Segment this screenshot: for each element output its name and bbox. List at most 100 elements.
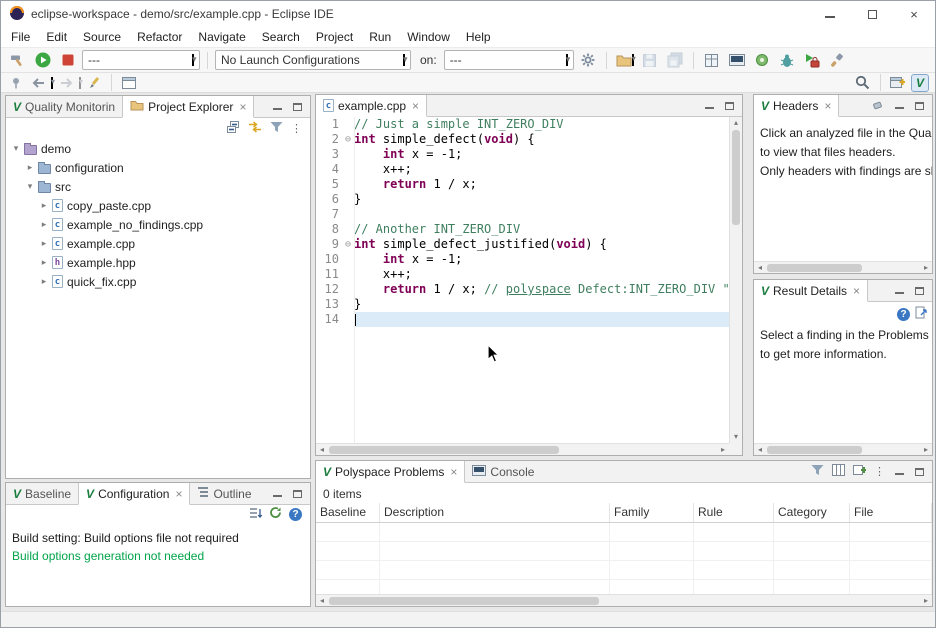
scroll-right-icon[interactable]: ▸ [920,595,932,607]
generate-options-icon[interactable] [269,506,282,522]
fold-minus-icon[interactable]: ⊖ [342,132,354,147]
search-icon[interactable] [854,74,872,92]
code-line-12[interactable]: 12 return 1 / x; // polyspace Defect:INT… [316,282,729,297]
add-view-icon[interactable] [853,464,866,479]
forward-button[interactable] [57,74,75,92]
expand-arrow-icon[interactable]: ▸ [38,257,50,268]
code-line-9[interactable]: 9⊖int simple_defect_justified(void) { [316,237,729,252]
scroll-left-icon[interactable]: ◂ [316,444,328,456]
tab-headers[interactable]: V Headers × [754,95,839,117]
tree-item-example-no-findings-cpp[interactable]: ▸cexample_no_findings.cpp [6,215,310,234]
code-area[interactable]: 1// Just a simple INT_ZERO_DIV2⊖int simp… [316,117,729,443]
window-close-button[interactable]: × [893,1,935,27]
tab-quality-monitoring[interactable]: V Quality Monitorin [6,96,122,117]
expand-arrow-icon[interactable]: ▸ [38,200,50,211]
new-wizard-button[interactable]: ▾ [614,49,636,71]
code-line-11[interactable]: 11 x++; [316,267,729,282]
scrollbar-thumb[interactable] [767,446,862,454]
code-line-1[interactable]: 1// Just a simple INT_ZERO_DIV [316,117,729,132]
expand-arrow-icon[interactable]: ▸ [38,219,50,230]
launch-configuration-select[interactable]: No Launch Configurations ▾ [215,50,411,70]
headers-horizontal-scrollbar[interactable]: ◂ ▸ [754,261,932,273]
minimize-view-button[interactable] [893,285,905,297]
scroll-right-icon[interactable]: ▸ [920,262,932,274]
window-maximize-button[interactable] [851,1,893,27]
scroll-left-icon[interactable]: ◂ [754,262,766,274]
column-header-baseline[interactable]: Baseline [316,503,380,522]
menu-item-run[interactable]: Run [361,28,399,46]
scroll-left-icon[interactable]: ◂ [754,444,766,456]
code-line-8[interactable]: 8// Another INT_ZERO_DIV [316,222,729,237]
help-icon[interactable]: ? [897,308,910,321]
code-line-3[interactable]: 3 int x = -1; [316,147,729,162]
view-menu-icon[interactable]: ⋮ [874,465,885,478]
forward-history-chevron-icon[interactable]: ▾ [79,77,81,89]
open-type-button[interactable] [701,49,723,71]
menu-item-search[interactable]: Search [254,28,308,46]
last-edit-location-button[interactable] [85,74,103,92]
close-icon[interactable]: × [450,465,457,479]
menu-item-refactor[interactable]: Refactor [129,28,190,46]
minimize-view-button[interactable] [271,488,283,500]
scrollbar-thumb[interactable] [329,597,599,605]
minimize-view-button[interactable] [703,100,715,112]
help-icon[interactable]: ? [289,508,302,521]
polyspace-perspective-button[interactable]: V [911,74,929,92]
collapse-all-icon[interactable] [226,120,240,137]
save-all-button[interactable] [664,49,686,71]
new-editor-window-button[interactable] [120,74,138,92]
collapse-arrow-icon[interactable]: ▾ [10,143,22,154]
debug-button[interactable] [776,49,798,71]
menu-item-help[interactable]: Help [458,28,499,46]
minimize-view-button[interactable] [893,466,905,478]
clear-icon[interactable] [873,99,885,113]
maximize-view-button[interactable] [913,100,925,112]
code-line-13[interactable]: 13} [316,297,729,312]
menu-item-edit[interactable]: Edit [38,28,75,46]
run-button[interactable] [32,49,54,71]
open-report-icon[interactable] [915,306,927,322]
menu-item-file[interactable]: File [3,28,38,46]
scroll-right-icon[interactable]: ▸ [920,444,932,456]
editor-horizontal-scrollbar[interactable]: ◂ ▸ [316,443,729,455]
close-icon[interactable]: × [824,99,831,113]
column-header-family[interactable]: Family [610,503,694,522]
scroll-right-icon[interactable]: ▸ [717,444,729,456]
menu-item-project[interactable]: Project [308,28,361,46]
minimize-view-button[interactable] [893,100,905,112]
code-line-14[interactable]: 14 [316,312,729,327]
tab-example-cpp[interactable]: c example.cpp × [316,95,427,117]
close-icon[interactable]: × [853,284,860,298]
scroll-left-icon[interactable]: ◂ [316,595,328,607]
link-with-editor-icon[interactable] [248,121,262,136]
maximize-view-button[interactable] [291,488,303,500]
column-header-rule[interactable]: Rule [694,503,774,522]
tab-baseline[interactable]: V Baseline [6,483,78,504]
stop-button[interactable] [57,49,79,71]
tab-project-explorer[interactable]: Project Explorer × [122,96,254,118]
tab-polyspace-problems[interactable]: V Polyspace Problems × [316,461,465,483]
code-line-7[interactable]: 7 [316,207,729,222]
target-settings-gear-icon[interactable] [577,49,599,71]
sort-icon[interactable] [249,507,262,522]
close-icon[interactable]: × [239,100,246,114]
scrollbar-thumb[interactable] [767,264,862,272]
console-toolbar-button[interactable] [726,49,748,71]
code-line-10[interactable]: 10 int x = -1; [316,252,729,267]
menu-item-window[interactable]: Window [399,28,458,46]
tab-result-details[interactable]: V Result Details × [754,280,868,302]
run-configuration-select[interactable]: --- ▾ [82,50,200,70]
maximize-view-button[interactable] [913,285,925,297]
tab-console[interactable]: Console [465,461,541,482]
close-icon[interactable]: × [412,99,419,113]
back-button[interactable] [29,74,47,92]
column-header-description[interactable]: Description [380,503,610,522]
scroll-down-icon[interactable]: ▾ [730,431,742,443]
configure-columns-icon[interactable] [832,464,845,479]
save-button[interactable] [639,49,661,71]
scrollbar-thumb[interactable] [329,446,559,454]
build-hammer-button[interactable] [7,49,29,71]
view-menu-icon[interactable]: ⋮ [291,122,302,135]
tree-item-configuration[interactable]: ▸configuration [6,158,310,177]
tree-item-example-cpp[interactable]: ▸cexample.cpp [6,234,310,253]
